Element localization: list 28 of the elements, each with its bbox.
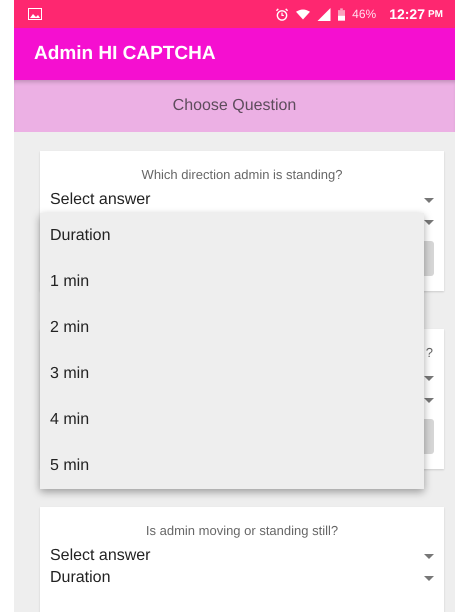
clock-time: 12:27: [389, 6, 425, 22]
dropdown-option[interactable]: Duration: [40, 213, 424, 259]
caret-icon[interactable]: [424, 398, 434, 402]
caret-icon[interactable]: [424, 576, 434, 580]
header-label: Choose Question: [172, 97, 296, 115]
dropdown-value[interactable]: Select answer: [50, 191, 424, 209]
image-icon: [28, 8, 42, 20]
battery-percent: 46%: [352, 7, 376, 21]
wifi-icon: [296, 8, 310, 20]
dropdown-option[interactable]: 1 min: [40, 259, 424, 305]
question-text: Is admin moving or standing still?: [144, 523, 340, 540]
signal-icon: [317, 8, 332, 20]
battery-icon: [338, 8, 346, 20]
question-text: ?: [426, 345, 433, 360]
caret-icon[interactable]: [424, 554, 434, 558]
question-text: Which direction admin is standing?: [140, 167, 344, 184]
dropdown-option[interactable]: 5 min: [40, 443, 424, 489]
caret-icon[interactable]: [424, 220, 434, 224]
app-title: Admin HI CAPTCHA: [34, 43, 216, 65]
caret-icon[interactable]: [424, 376, 434, 380]
dropdown-option[interactable]: 4 min: [40, 397, 424, 443]
dropdown-option[interactable]: 3 min: [40, 351, 424, 397]
dropdown-value[interactable]: Select answer: [50, 547, 424, 565]
caret-icon[interactable]: [424, 198, 434, 202]
alarm-clock-icon: [275, 8, 290, 20]
dropdown-value[interactable]: Duration: [50, 569, 424, 587]
dropdown-option[interactable]: 2 min: [40, 305, 424, 351]
clock-meridiem: PM: [428, 8, 443, 20]
